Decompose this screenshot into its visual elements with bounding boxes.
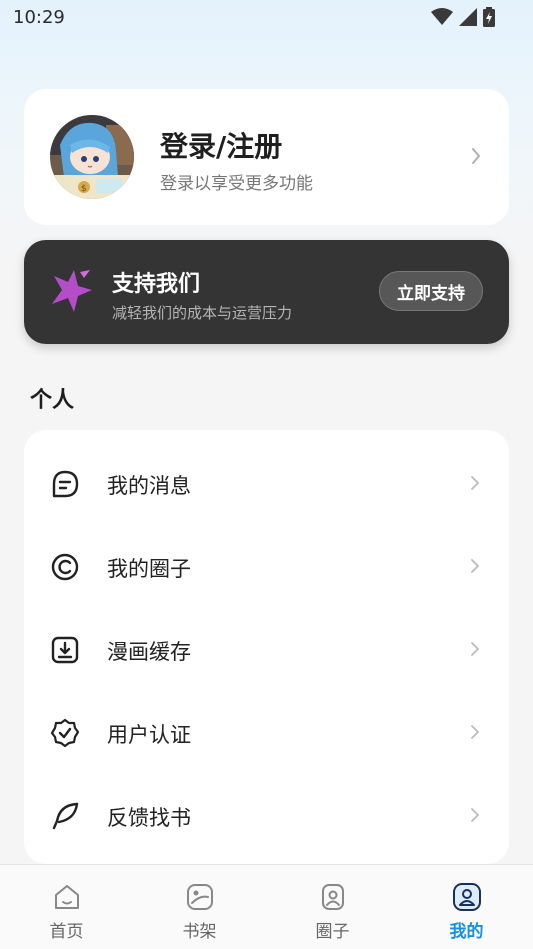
chevron-right-icon — [471, 476, 479, 490]
status-icons — [431, 7, 495, 27]
tab-label: 首页 — [49, 922, 84, 942]
menu-item-label: 漫画缓存 — [107, 640, 191, 664]
tab-circles[interactable]: 圈子 — [266, 865, 399, 949]
tab-label: 书架 — [182, 922, 217, 942]
svg-text:$: $ — [81, 184, 87, 194]
menu-item-label: 用户认证 — [107, 723, 191, 747]
tab-label: 我的 — [449, 922, 484, 942]
chevron-right-icon — [471, 642, 479, 656]
chevron-right-icon — [471, 559, 479, 573]
support-now-button[interactable]: 立即支持 — [379, 271, 483, 311]
menu-item-label: 反馈找书 — [107, 806, 191, 830]
menu-item-my-circles[interactable]: 我的圈子 — [24, 525, 509, 608]
login-subtitle: 登录以享受更多功能 — [160, 174, 313, 194]
menu-item-comic-cache[interactable]: 漫画缓存 — [24, 608, 509, 691]
chevron-right-icon — [472, 148, 480, 164]
status-bar: 10:29 — [0, 0, 533, 38]
wifi-icon — [431, 8, 453, 25]
feather-icon — [52, 802, 79, 830]
tab-bookshelf[interactable]: 书架 — [133, 865, 266, 949]
home-icon — [54, 885, 79, 909]
message-icon — [52, 470, 79, 498]
verified-badge-icon — [50, 718, 80, 748]
menu-item-feedback-find-book[interactable]: 反馈找书 — [24, 774, 509, 857]
support-banner[interactable]: 支持我们 减轻我们的成本与运营压力 立即支持 — [24, 240, 509, 344]
support-title: 支持我们 — [112, 272, 201, 297]
signal-icon — [459, 8, 477, 26]
circle-group-icon — [321, 884, 344, 910]
login-card[interactable]: $ 登录/注册 登录以享受更多功能 — [24, 89, 509, 225]
chevron-right-icon — [471, 808, 479, 822]
avatar[interactable]: $ — [50, 115, 134, 199]
support-subtitle: 减轻我们的成本与运营压力 — [112, 304, 293, 322]
sparkle-star-icon — [52, 270, 92, 312]
menu-item-user-verification[interactable]: 用户认证 — [24, 691, 509, 774]
status-time: 10:29 — [13, 7, 65, 28]
battery-icon — [483, 7, 495, 27]
bookshelf-icon — [186, 884, 213, 910]
circle-icon — [51, 553, 79, 581]
personal-menu: 我的消息 我的圈子 漫画缓存 用户认证 反馈找书 — [24, 430, 509, 864]
section-title-personal: 个人 — [30, 388, 75, 413]
profile-icon — [452, 883, 481, 911]
chevron-right-icon — [471, 725, 479, 739]
tab-label: 圈子 — [315, 922, 350, 942]
tab-home[interactable]: 首页 — [0, 865, 133, 949]
tab-me[interactable]: 我的 — [400, 865, 533, 949]
menu-item-label: 我的消息 — [107, 474, 191, 498]
download-icon — [51, 636, 79, 664]
menu-item-label: 我的圈子 — [107, 557, 191, 581]
login-title: 登录/注册 — [160, 130, 283, 163]
bottom-tab-bar: 首页 书架 圈子 我的 — [0, 864, 533, 949]
menu-item-messages[interactable]: 我的消息 — [24, 442, 509, 525]
